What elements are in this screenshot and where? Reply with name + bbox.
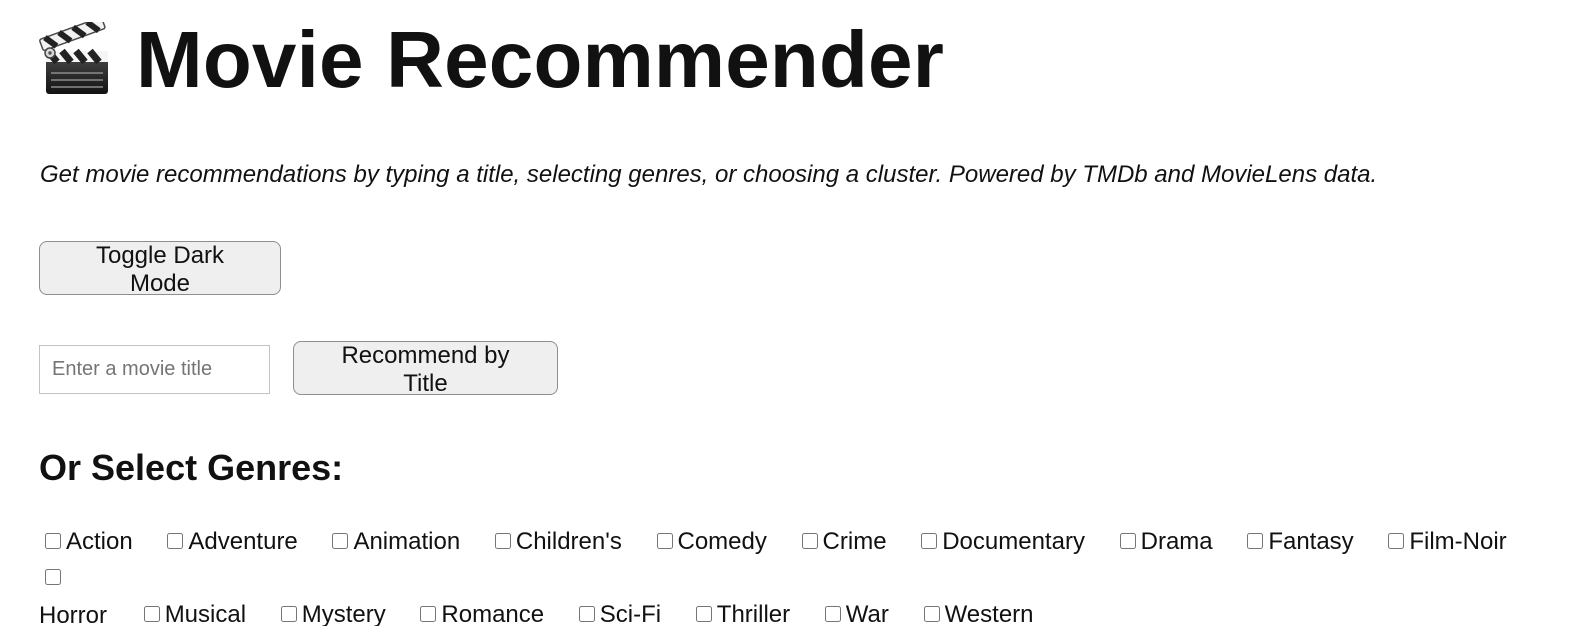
genre-documentary-label: Documentary xyxy=(942,528,1085,555)
genres-heading: Or Select Genres: xyxy=(39,447,344,488)
movie-title-input[interactable] xyxy=(39,345,270,394)
genre-western-option[interactable]: Western xyxy=(918,597,1034,626)
genre-animation-option[interactable]: Animation xyxy=(326,524,460,560)
genre-adventure-checkbox[interactable] xyxy=(167,533,184,549)
genre-mystery-label: Mystery xyxy=(301,601,386,626)
intro-text: Get movie recommendations by typing a ti… xyxy=(40,161,1378,188)
genre-mystery-checkbox[interactable] xyxy=(280,606,297,622)
genre-romance-label: Romance xyxy=(441,601,545,626)
genre-childrens-option[interactable]: Children's xyxy=(489,524,622,560)
genre-fantasy-label: Fantasy xyxy=(1268,528,1354,555)
genre-adventure-option[interactable]: Adventure xyxy=(161,524,298,560)
genre-horror-option[interactable] xyxy=(39,569,66,586)
genre-comedy-option[interactable]: Comedy xyxy=(651,524,767,560)
genre-crime-checkbox[interactable] xyxy=(801,533,818,549)
toggle-dark-mode-button[interactable]: Toggle Dark Mode xyxy=(39,241,281,297)
page-title: Movie Recommender xyxy=(136,15,945,104)
genre-thriller-checkbox[interactable] xyxy=(695,606,712,622)
genre-childrens-label: Children's xyxy=(515,528,622,555)
genre-thriller-label: Thriller xyxy=(716,601,791,626)
genre-action-option[interactable]: Action xyxy=(39,524,133,560)
genre-animation-checkbox[interactable] xyxy=(332,533,349,549)
genre-film-noir-option[interactable]: Film-Noir xyxy=(1382,524,1507,560)
genre-action-checkbox[interactable] xyxy=(45,533,61,549)
genre-musical-option[interactable]: Musical xyxy=(138,597,246,626)
genre-checkbox-list: Action Adventure Animation Children's Co… xyxy=(39,524,1539,626)
genre-documentary-checkbox[interactable] xyxy=(921,533,938,549)
genre-war-label: War xyxy=(845,601,889,626)
genre-drama-checkbox[interactable] xyxy=(1119,533,1136,549)
genre-adventure-label: Adventure xyxy=(188,528,298,555)
genre-western-checkbox[interactable] xyxy=(923,606,940,622)
genre-drama-label: Drama xyxy=(1140,528,1213,555)
genre-childrens-checkbox[interactable] xyxy=(494,533,511,549)
genre-sci-fi-label: Sci-Fi xyxy=(599,601,662,626)
genre-mystery-option[interactable]: Mystery xyxy=(275,597,386,626)
genre-crime-label: Crime xyxy=(822,528,887,555)
genre-drama-option[interactable]: Drama xyxy=(1114,524,1213,560)
genre-musical-checkbox[interactable] xyxy=(143,606,160,622)
genre-action-label: Action xyxy=(66,528,133,555)
genre-comedy-checkbox[interactable] xyxy=(656,533,673,549)
page-header: Movie Recommender xyxy=(38,20,944,100)
genre-thriller-option[interactable]: Thriller xyxy=(690,597,790,626)
clapperboard-icon xyxy=(39,22,108,94)
genre-romance-checkbox[interactable] xyxy=(420,606,437,622)
genre-sci-fi-option[interactable]: Sci-Fi xyxy=(573,597,661,626)
genre-war-option[interactable]: War xyxy=(819,597,889,626)
genre-war-checkbox[interactable] xyxy=(824,606,841,622)
genre-fantasy-checkbox[interactable] xyxy=(1247,533,1264,549)
genre-film-noir-checkbox[interactable] xyxy=(1388,533,1405,549)
genre-horror-label: Horror xyxy=(39,602,108,626)
movie-recommender-page: Movie Recommender Get movie recommendati… xyxy=(0,0,1594,626)
recommend-by-title-button[interactable]: Recommend by Title xyxy=(293,341,558,397)
genre-documentary-option[interactable]: Documentary xyxy=(915,524,1085,560)
genre-comedy-label: Comedy xyxy=(677,528,767,555)
genre-film-noir-label: Film-Noir xyxy=(1409,528,1507,555)
genre-musical-label: Musical xyxy=(164,601,247,626)
genre-horror-checkbox[interactable] xyxy=(45,569,61,585)
genre-western-label: Western xyxy=(944,601,1034,626)
genre-crime-option[interactable]: Crime xyxy=(796,524,887,560)
genre-animation-label: Animation xyxy=(353,528,461,555)
genre-romance-option[interactable]: Romance xyxy=(414,597,544,626)
genre-fantasy-option[interactable]: Fantasy xyxy=(1241,524,1354,560)
genre-sci-fi-checkbox[interactable] xyxy=(578,606,595,622)
